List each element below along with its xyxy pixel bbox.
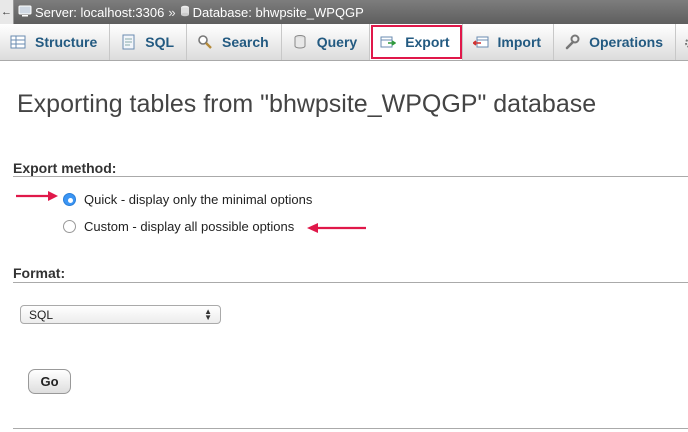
tab-import-label: Import: [497, 34, 542, 50]
quick-option-label: Quick - display only the minimal options: [84, 192, 313, 207]
tab-sql[interactable]: SQL: [110, 24, 188, 60]
query-icon: [292, 34, 308, 50]
import-icon: [472, 34, 489, 50]
structure-icon: [10, 34, 26, 50]
tab-export[interactable]: Export: [370, 24, 463, 60]
breadcrumb-server-label: Server: localhost:3306: [35, 4, 165, 20]
format-select-value: SQL: [29, 307, 54, 322]
server-icon: [18, 5, 32, 20]
tab-sql-label: SQL: [145, 34, 175, 50]
tab-search-label: Search: [222, 34, 269, 50]
breadcrumb-database[interactable]: Database: bhwpsite_WPQGP: [180, 5, 364, 20]
export-method-heading: Export method:: [13, 160, 117, 176]
sql-icon: [120, 34, 136, 50]
format-heading: Format:: [13, 265, 66, 281]
format-select[interactable]: SQL ▲ ▼: [20, 305, 221, 324]
search-icon: [197, 34, 213, 50]
page-title: Exporting tables from "bhwpsite_WPQGP" d…: [17, 90, 597, 118]
wrench-icon: [564, 34, 580, 50]
database-icon: [180, 5, 190, 20]
select-arrows-icon: ▲ ▼: [204, 306, 212, 322]
tab-bar: Structure SQL Search Query Export Import: [0, 24, 688, 61]
go-button[interactable]: Go: [28, 369, 71, 394]
tab-query[interactable]: Query: [282, 24, 371, 60]
tab-operations-label: Operations: [589, 34, 663, 50]
tab-search[interactable]: Search: [187, 24, 282, 60]
export-custom-option[interactable]: Custom - display all possible options: [63, 219, 294, 234]
quick-radio[interactable]: [63, 193, 76, 206]
bottom-divider: [13, 428, 688, 429]
gears-icon: [684, 34, 688, 50]
red-arrow-annotation-custom: [307, 223, 366, 233]
breadcrumb-server[interactable]: Server: localhost:3306: [18, 5, 164, 20]
format-divider: [13, 282, 688, 283]
breadcrumb-database-label: Database: bhwpsite_WPQGP: [192, 4, 364, 20]
red-arrow-annotation: [16, 191, 58, 201]
tab-structure-label: Structure: [35, 34, 98, 50]
back-arrow-icon[interactable]: ←: [0, 0, 14, 24]
tab-structure[interactable]: Structure: [0, 24, 111, 60]
custom-radio[interactable]: [63, 220, 76, 233]
tab-more[interactable]: [676, 24, 688, 60]
tab-query-label: Query: [316, 34, 358, 50]
export-method-divider: [13, 176, 688, 177]
export-icon: [380, 34, 397, 50]
breadcrumb-separator: »: [168, 4, 176, 20]
tab-operations[interactable]: Operations: [554, 24, 676, 60]
breadcrumb: ← Server: localhost:3306 » Database: bhw…: [0, 0, 688, 24]
export-quick-option[interactable]: Quick - display only the minimal options: [63, 192, 312, 207]
tab-export-label: Export: [405, 34, 450, 50]
tab-import[interactable]: Import: [463, 24, 555, 60]
custom-option-label: Custom - display all possible options: [84, 219, 295, 234]
